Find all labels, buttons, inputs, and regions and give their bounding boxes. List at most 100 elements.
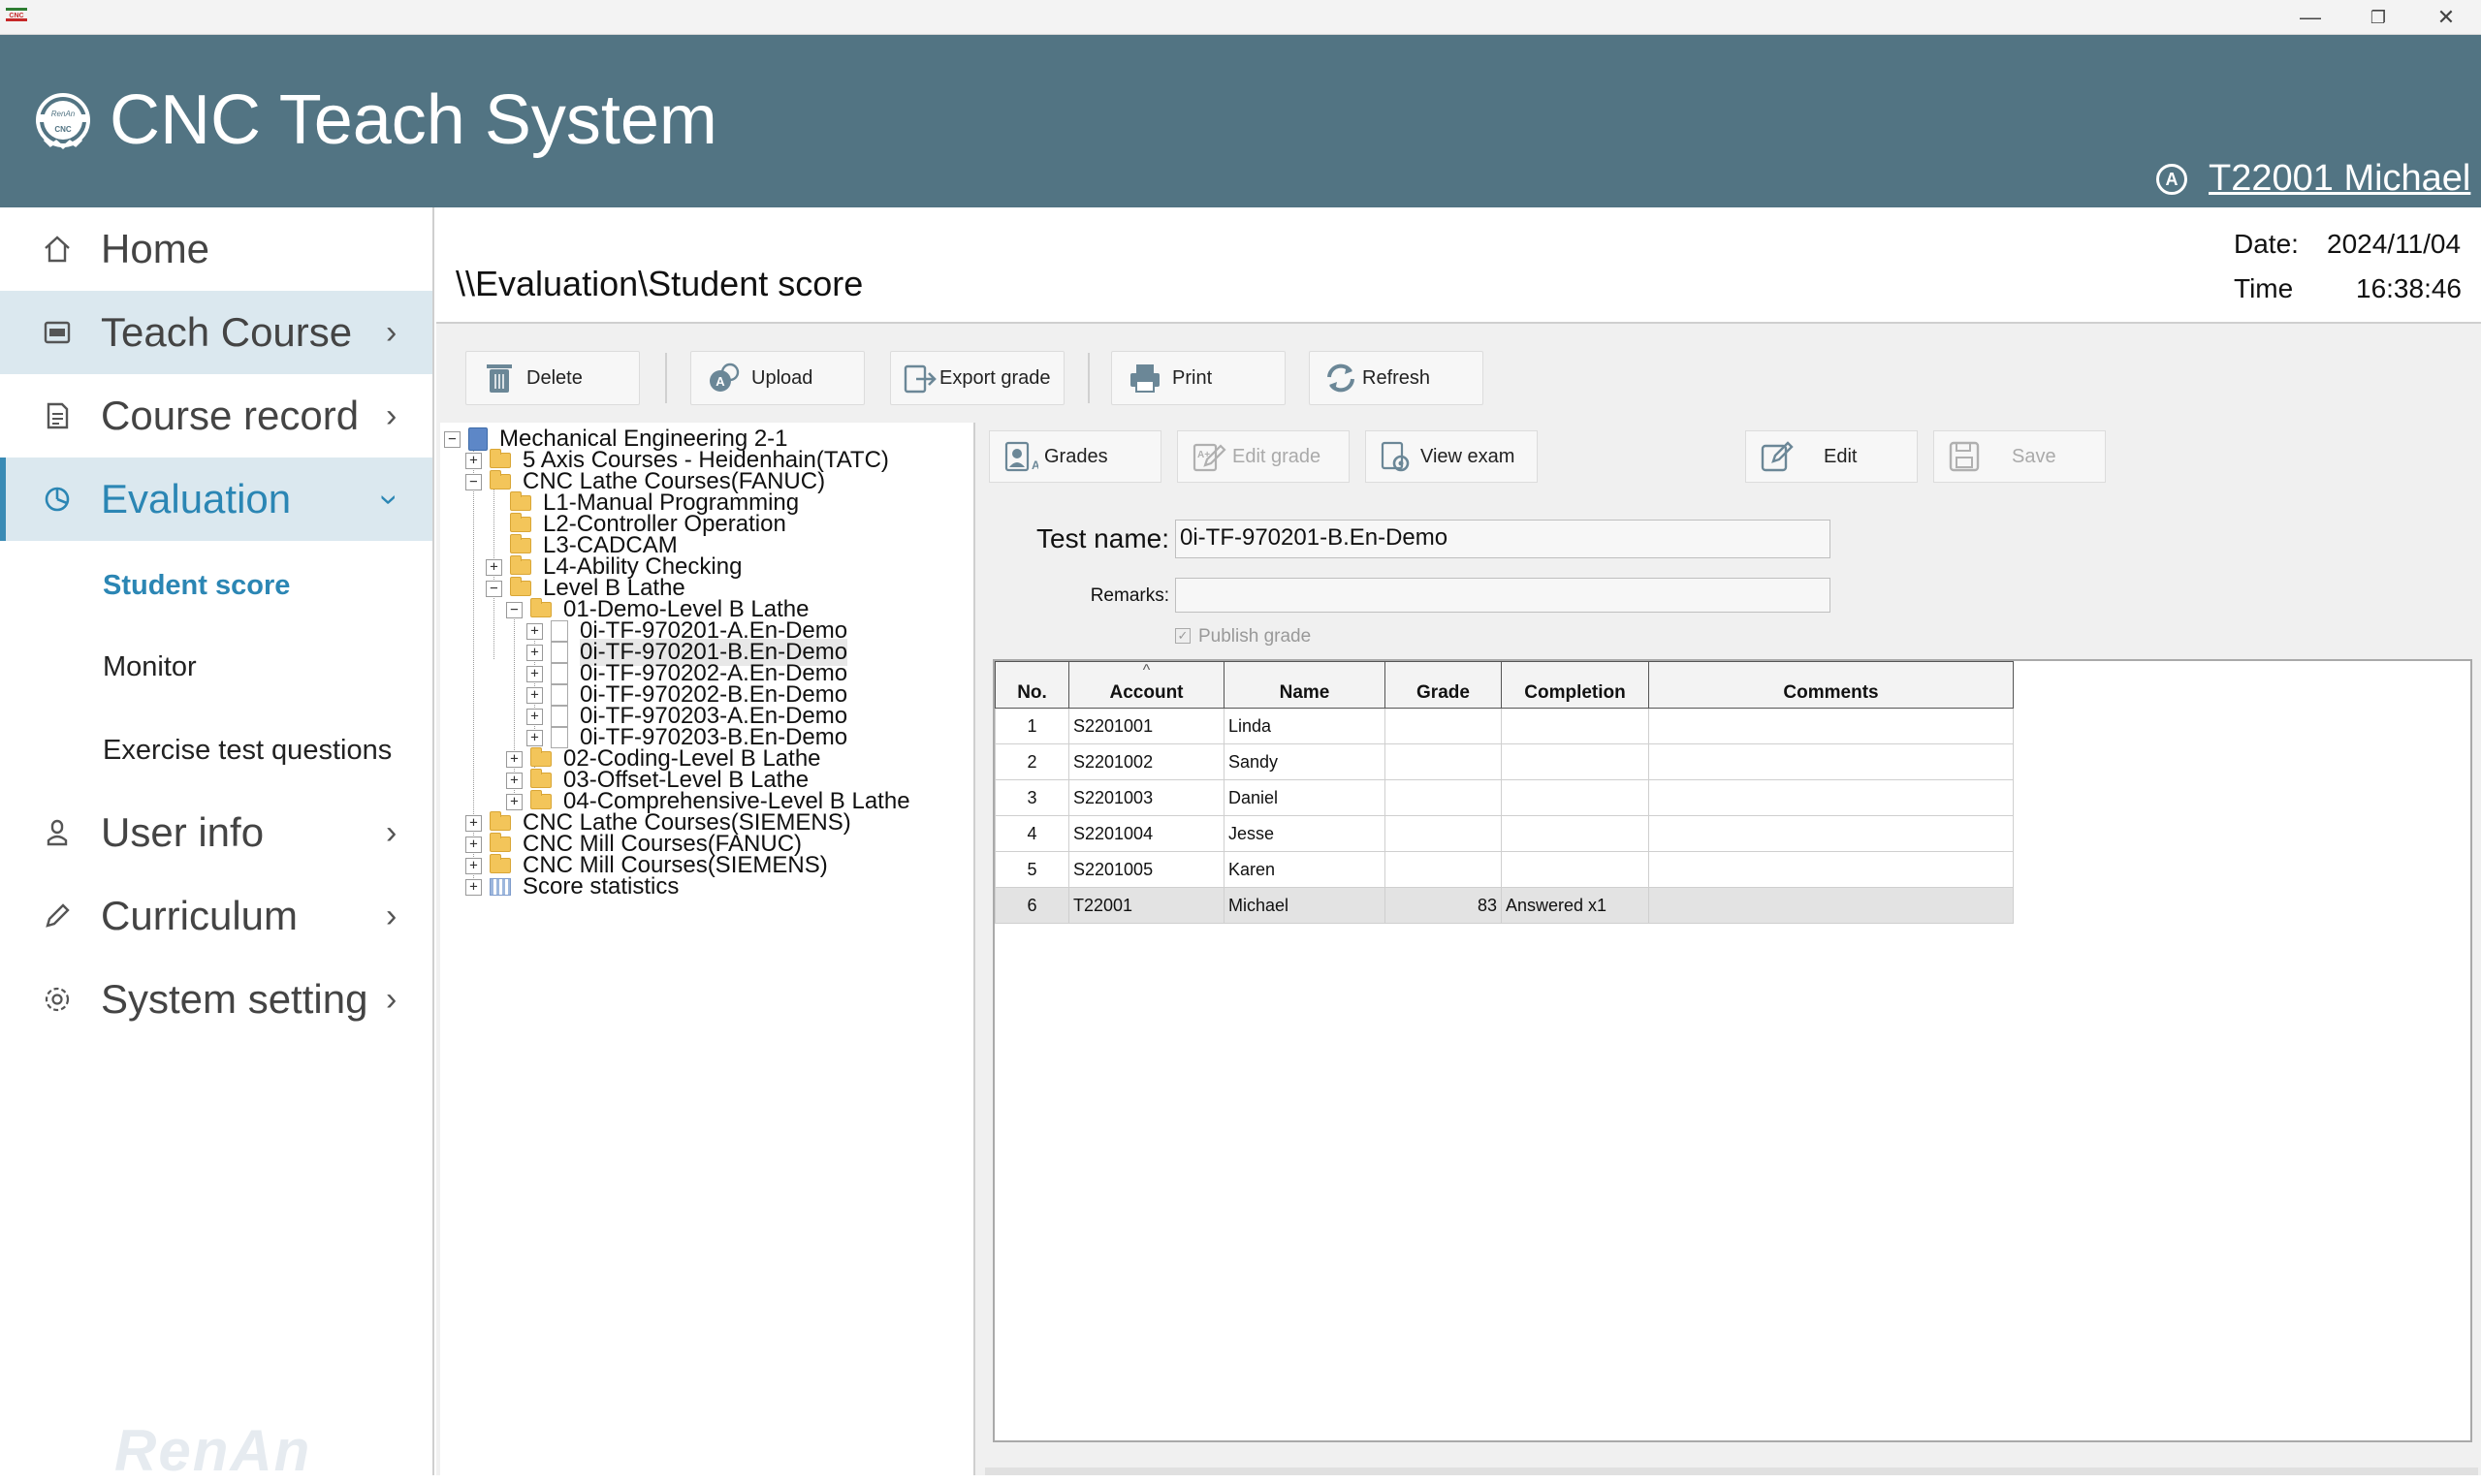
print-label: Print — [1172, 366, 1213, 389]
toolbar-divider — [665, 353, 667, 403]
toolbar-divider — [1088, 353, 1090, 403]
cell-name: Karen — [1224, 851, 1385, 888]
column-header-no[interactable]: No. — [995, 661, 1069, 709]
sidebar-item-label: User info — [101, 809, 265, 855]
cell-comments — [1648, 851, 2014, 888]
column-header-grade[interactable]: Grade — [1384, 661, 1502, 709]
sidebar-item-curriculum[interactable]: Curriculum › — [0, 874, 432, 958]
table-row-selected[interactable]: 6 T22001 Michael 83 Answered x1 — [995, 887, 2014, 924]
sort-ascending-icon: ^ — [1142, 662, 1151, 679]
edit-grade-button[interactable]: A+ Edit grade — [1177, 430, 1350, 483]
view-exam-label: View exam — [1420, 445, 1515, 467]
cell-comments — [1648, 887, 2014, 924]
sidebar-item-label: Teach Course — [101, 309, 353, 355]
edit-button[interactable]: Edit — [1745, 430, 1918, 483]
table-row[interactable]: 1 S2201001 Linda — [995, 708, 2014, 744]
collapse-icon[interactable]: − — [506, 601, 523, 618]
grades-button[interactable]: A+ Grades — [989, 430, 1161, 483]
sidebar-subitem-monitor[interactable]: Monitor — [103, 651, 197, 683]
tree-node-score-statistics[interactable]: + Score statistics — [465, 870, 679, 903]
collapse-icon[interactable]: − — [444, 430, 461, 448]
cell-comments — [1648, 815, 2014, 852]
cell-completion — [1501, 708, 1649, 744]
watermark-logo: RenAn — [114, 1418, 312, 1483]
app-icon: CNC — [6, 8, 27, 21]
column-header-name[interactable]: Name — [1224, 661, 1385, 709]
delete-label: Delete — [526, 366, 583, 389]
test-name-field[interactable]: 0i-TF-970201-B.En-Demo — [1175, 520, 1830, 558]
restore-button[interactable]: ❐ — [2346, 0, 2410, 35]
cell-grade — [1384, 708, 1502, 744]
sidebar-item-home[interactable]: Home — [0, 207, 432, 291]
sidebar-item-label: Curriculum — [101, 893, 299, 938]
upload-label: Upload — [751, 366, 813, 389]
column-header-comments[interactable]: Comments — [1648, 661, 2014, 709]
expand-icon[interactable]: + — [465, 878, 482, 896]
print-button[interactable]: Print — [1111, 351, 1286, 405]
cell-account: S2201003 — [1068, 779, 1225, 816]
folder-icon — [490, 470, 511, 489]
table-header-row: No. ^ Account Name Grade Completion Comm… — [995, 661, 2014, 709]
cell-account: S2201005 — [1068, 851, 1225, 888]
cell-comments — [1648, 708, 2014, 744]
upload-button[interactable]: A Upload — [690, 351, 865, 405]
table-row[interactable]: 3 S2201003 Daniel — [995, 779, 2014, 816]
table-row[interactable]: 4 S2201004 Jesse — [995, 815, 2014, 852]
score-grid: No. ^ Account Name Grade Completion Comm… — [993, 659, 2472, 1442]
export-grade-button[interactable]: Export grade — [890, 351, 1065, 405]
remarks-field[interactable] — [1175, 578, 1830, 613]
sidebar-subitem-exercise-questions[interactable]: Exercise test questions — [103, 735, 392, 767]
cell-no: 2 — [995, 743, 1069, 780]
horizontal-scrollbar[interactable] — [985, 1468, 2478, 1475]
cell-name: Daniel — [1224, 779, 1385, 816]
chevron-right-icon: › — [386, 313, 398, 351]
cell-no: 3 — [995, 779, 1069, 816]
current-user-link[interactable]: T22001 Michael — [2209, 155, 2470, 202]
cell-no: 5 — [995, 851, 1069, 888]
table-row[interactable]: 5 S2201005 Karen — [995, 851, 2014, 888]
collapse-icon[interactable]: − — [486, 580, 502, 597]
cell-completion — [1501, 743, 1649, 780]
cell-completion — [1501, 851, 1649, 888]
grades-icon: A+ — [1003, 439, 1038, 474]
refresh-label: Refresh — [1362, 366, 1431, 389]
user-badge-icon: A — [2156, 164, 2187, 195]
sidebar-item-label: Evaluation — [101, 476, 292, 521]
sidebar-item-teach-course[interactable]: Teach Course › — [0, 291, 432, 374]
chevron-down-icon: › — [371, 493, 409, 505]
sidebar-subitem-student-score[interactable]: Student score — [103, 570, 290, 602]
close-button[interactable]: ✕ — [2414, 0, 2478, 35]
column-header-account[interactable]: ^ Account — [1068, 661, 1225, 709]
save-button[interactable]: Save — [1933, 430, 2106, 483]
edit-grade-label: Edit grade — [1232, 445, 1321, 467]
cell-no: 1 — [995, 708, 1069, 744]
column-header-completion[interactable]: Completion — [1501, 661, 1649, 709]
publish-grade-checkbox[interactable]: ✓ — [1175, 628, 1191, 644]
collapse-icon[interactable]: − — [465, 473, 482, 490]
main-content: \\Evaluation\Student score Date: 2024/11… — [436, 207, 2481, 1475]
save-icon — [1948, 439, 1983, 474]
sidebar-item-label: Course record — [101, 393, 360, 438]
chevron-right-icon: › — [386, 396, 398, 434]
sidebar-item-course-record[interactable]: Course record › — [0, 374, 432, 458]
sidebar-item-user-info[interactable]: User info › — [0, 791, 432, 874]
date-value: 2024/11/04 — [2327, 229, 2462, 259]
sidebar-item-system-setting[interactable]: System setting › — [0, 958, 432, 1041]
test-name-label: Test name: — [1036, 523, 1169, 553]
cell-comments — [1648, 743, 2014, 780]
view-exam-button[interactable]: View exam — [1365, 430, 1538, 483]
refresh-button[interactable]: Refresh — [1309, 351, 1483, 405]
delete-button[interactable]: Delete — [465, 351, 640, 405]
sidebar-item-label: Home — [101, 226, 210, 271]
sidebar-item-evaluation[interactable]: Evaluation › — [0, 458, 432, 541]
app-header: RenAn CNC CNC Teach System A T22001 Mich… — [0, 35, 2481, 207]
column-header-label: Account — [1109, 682, 1184, 703]
pie-chart-icon — [41, 483, 74, 516]
table-row[interactable]: 2 S2201002 Sandy — [995, 743, 2014, 780]
trash-icon — [482, 361, 517, 395]
export-grade-label: Export grade — [939, 366, 1051, 389]
page-header: \\Evaluation\Student score Date: 2024/11… — [436, 207, 2481, 324]
time-label: Time — [2234, 273, 2294, 303]
svg-text:A+: A+ — [1032, 458, 1038, 472]
minimize-button[interactable]: — — [2278, 0, 2342, 35]
